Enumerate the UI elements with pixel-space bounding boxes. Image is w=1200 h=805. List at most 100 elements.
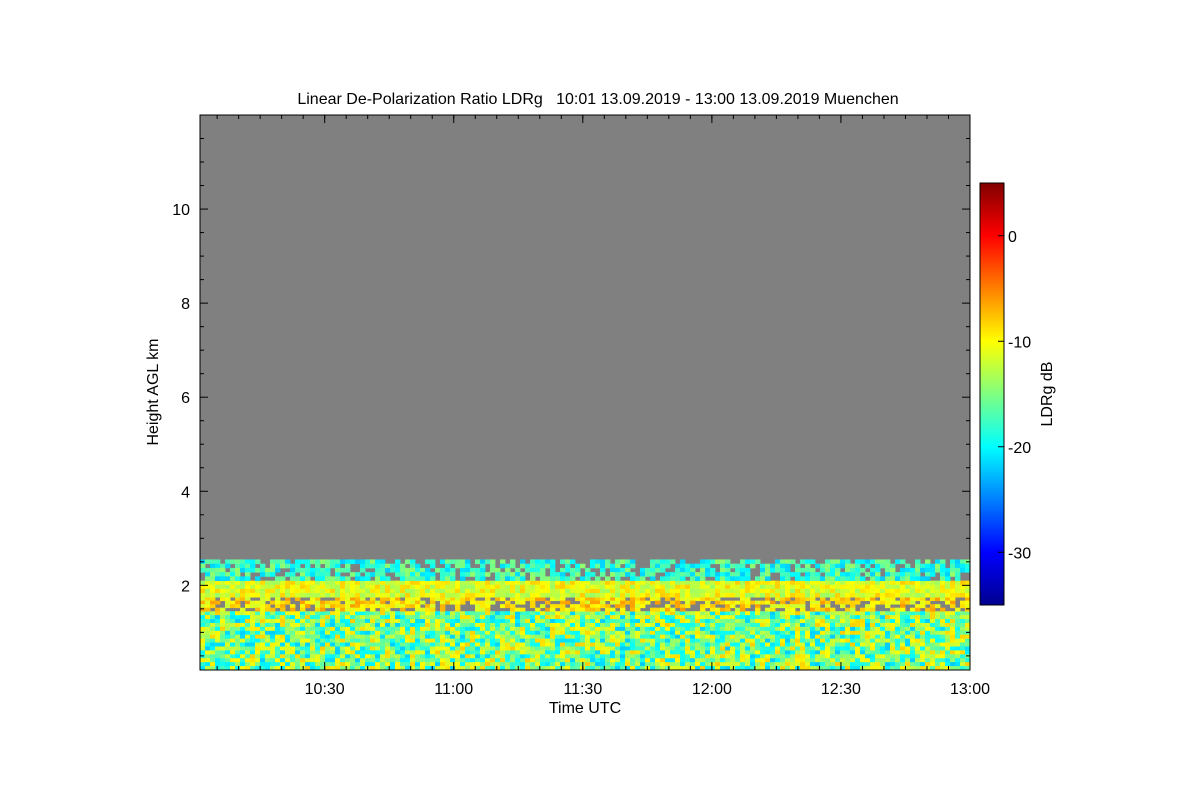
heatmap-cell — [925, 615, 931, 620]
heatmap-cell — [360, 584, 366, 590]
heatmap-cell — [300, 592, 306, 598]
heatmap-cell — [910, 607, 916, 612]
heatmap-cell — [400, 607, 406, 612]
heatmap-cell — [530, 611, 536, 616]
heatmap-cell — [745, 584, 751, 590]
heatmap-cell — [375, 572, 381, 577]
heatmap-cell — [695, 622, 701, 628]
heatmap-cell — [900, 572, 906, 577]
heatmap-cell — [540, 604, 546, 609]
heatmap-cell — [505, 658, 511, 663]
heatmap-cell — [810, 584, 816, 590]
heatmap-cell — [710, 597, 716, 602]
heatmap-cell — [525, 622, 531, 628]
heatmap-cell — [800, 630, 806, 636]
heatmap-cell — [840, 576, 846, 582]
heatmap-cell — [385, 622, 391, 628]
heatmap-cell — [930, 650, 936, 655]
heatmap-cell — [920, 662, 926, 667]
heatmap-cell — [915, 607, 921, 612]
heatmap-cell — [870, 646, 876, 651]
heatmap-cell — [690, 563, 696, 569]
heatmap-cell — [270, 658, 276, 663]
heatmap-cell — [650, 588, 656, 594]
heatmap-cell — [255, 650, 261, 655]
heatmap-cell — [910, 611, 916, 616]
heatmap-cell — [530, 597, 536, 602]
heatmap-cell — [850, 619, 856, 624]
heatmap-cell — [850, 607, 856, 612]
heatmap-cell — [425, 572, 431, 577]
heatmap-cell — [615, 597, 621, 602]
heatmap-cell — [210, 658, 216, 663]
heatmap-cell — [510, 646, 516, 651]
heatmap-cell — [425, 658, 431, 663]
heatmap-cell — [205, 559, 211, 565]
heatmap-cell — [315, 662, 321, 667]
heatmap-cell — [315, 630, 321, 636]
heatmap-cell — [800, 650, 806, 655]
heatmap-cell — [600, 563, 606, 569]
heatmap-cell — [800, 662, 806, 667]
heatmap-cell — [745, 638, 751, 643]
heatmap-cell — [415, 630, 421, 636]
heatmap-cell — [275, 619, 281, 624]
heatmap-cell — [255, 584, 261, 590]
heatmap-cell — [275, 626, 281, 632]
heatmap-cell — [925, 654, 931, 659]
heatmap-cell — [570, 646, 576, 651]
heatmap-cell — [265, 584, 271, 590]
heatmap-cell — [935, 634, 941, 640]
heatmap-cell — [225, 634, 231, 640]
heatmap-cell — [470, 592, 476, 598]
heatmap-cell — [430, 658, 436, 663]
heatmap-cell — [625, 580, 631, 586]
heatmap-cell — [225, 646, 231, 651]
heatmap-cell — [840, 600, 846, 605]
heatmap-cell — [450, 646, 456, 651]
heatmap-cell — [735, 600, 741, 605]
heatmap-cell — [290, 638, 296, 643]
heatmap-cell — [885, 604, 891, 609]
heatmap-cell — [690, 619, 696, 624]
heatmap-cell — [900, 588, 906, 594]
heatmap-cell — [290, 592, 296, 598]
heatmap-cell — [310, 597, 316, 602]
heatmap-cell — [725, 650, 731, 655]
heatmap-cell — [435, 630, 441, 636]
heatmap-cell — [365, 646, 371, 651]
heatmap-cell — [275, 592, 281, 598]
heatmap-cell — [900, 622, 906, 628]
heatmap-cell — [520, 592, 526, 598]
heatmap-cell — [400, 619, 406, 624]
heatmap-cell — [400, 622, 406, 628]
heatmap-cell — [420, 638, 426, 643]
heatmap-cell — [955, 580, 961, 586]
heatmap-cell — [920, 630, 926, 636]
heatmap-cell — [215, 563, 221, 569]
heatmap-cell — [955, 630, 961, 636]
heatmap-cell — [835, 622, 841, 628]
heatmap-cell — [250, 630, 256, 636]
heatmap-cell — [870, 592, 876, 598]
heatmap-cell — [730, 619, 736, 624]
heatmap-cell — [500, 588, 506, 594]
heatmap-cell — [230, 588, 236, 594]
heatmap-cell — [200, 563, 206, 569]
heatmap-cell — [210, 615, 216, 620]
heatmap-cell — [670, 611, 676, 616]
heatmap-cell — [950, 662, 956, 667]
heatmap-cell — [705, 580, 711, 586]
heatmap-cell — [660, 576, 666, 582]
heatmap-cell — [795, 604, 801, 609]
heatmap-cell — [735, 607, 741, 612]
heatmap-cell — [695, 619, 701, 624]
heatmap-cell — [375, 638, 381, 643]
heatmap-cell — [365, 580, 371, 586]
heatmap-cell — [550, 662, 556, 667]
heatmap-cell — [595, 615, 601, 620]
heatmap-cell — [345, 567, 351, 573]
heatmap-cell — [550, 634, 556, 640]
heatmap-cell — [915, 584, 921, 590]
heatmap-cell — [440, 576, 446, 582]
